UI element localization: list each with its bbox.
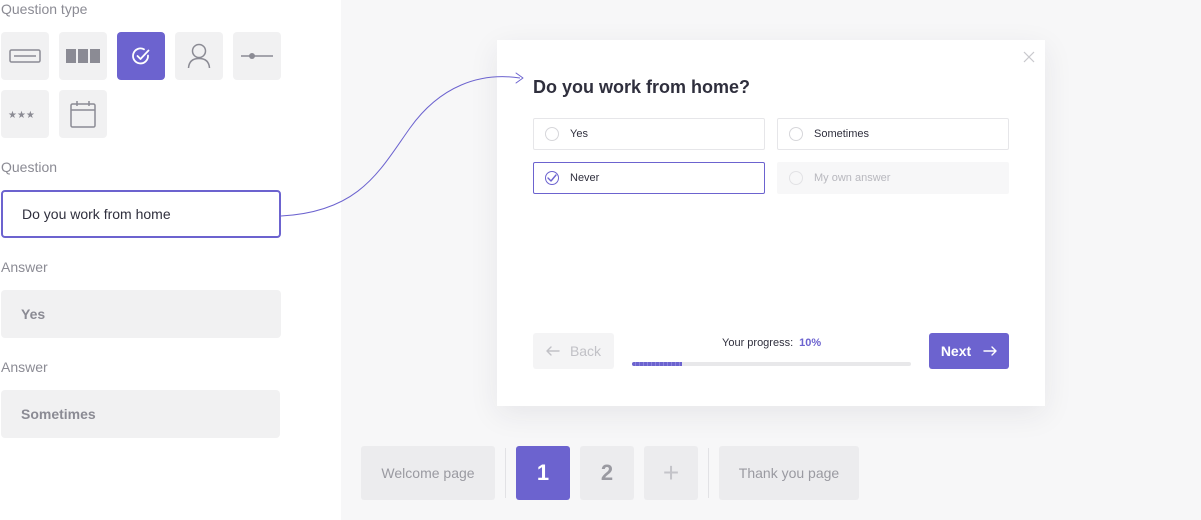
close-icon[interactable]: [1023, 51, 1035, 63]
welcome-page-button[interactable]: Welcome page: [361, 446, 495, 500]
answer-2-input[interactable]: Sometimes: [1, 390, 280, 438]
option-label: Sometimes: [814, 128, 870, 140]
page-divider: [708, 448, 709, 498]
add-page-button[interactable]: +: [644, 446, 698, 500]
checkmark-icon: [132, 47, 150, 65]
question-type-short-text-button[interactable]: [1, 32, 49, 80]
answer-option-never[interactable]: Never: [533, 162, 765, 194]
question-editor-panel: Question type ★★★ Question Do you work f…: [0, 0, 341, 520]
next-label: Next: [940, 343, 972, 359]
question-type-calendar-button[interactable]: [59, 90, 107, 138]
question-type-label: Question type: [1, 1, 88, 17]
user-icon: [187, 43, 211, 69]
back-button[interactable]: Back: [533, 333, 614, 369]
option-label: Never: [570, 172, 600, 184]
next-button[interactable]: Next: [929, 333, 1009, 369]
radio-icon: [789, 171, 803, 185]
checked-radio-icon: [545, 171, 559, 185]
question-type-multi-column-button[interactable]: [59, 32, 107, 80]
survey-question-card: Do you work from home? Yes Sometimes Nev…: [497, 40, 1045, 406]
arrow-left-icon: [546, 346, 560, 356]
question-type-checkmark-button[interactable]: [117, 32, 165, 80]
progress-percent: 10%: [799, 337, 822, 349]
question-title: Do you work from home?: [533, 77, 751, 97]
back-label: Back: [569, 343, 602, 359]
option-label: My own answer: [814, 172, 891, 184]
answer-2-label: Answer: [1, 359, 48, 375]
question-input[interactable]: Do you work from home: [1, 190, 281, 238]
option-label: Yes: [570, 128, 588, 140]
question-type-user-button[interactable]: [175, 32, 223, 80]
multi-column-icon: [66, 49, 100, 63]
radio-icon: [789, 127, 803, 141]
radio-icon: [545, 127, 559, 141]
arrow-right-icon: [983, 346, 997, 356]
question-type-rating-button[interactable]: ★★★: [1, 90, 49, 138]
page-divider: [505, 448, 506, 498]
question-label: Question: [1, 159, 58, 175]
answer-1-input[interactable]: Yes: [1, 290, 281, 338]
progress-bar: [632, 362, 911, 366]
progress-fill: [632, 362, 683, 366]
page-2-button[interactable]: 2: [580, 446, 634, 500]
page-1-button[interactable]: 1: [516, 446, 570, 500]
answer-option-yes[interactable]: Yes: [533, 118, 765, 150]
answer-1-label: Answer: [1, 259, 48, 275]
calendar-icon: [70, 101, 96, 128]
progress-caption: Your progress:: [722, 337, 794, 349]
rating-stars-icon: ★★★: [8, 110, 35, 119]
thank-you-page-button[interactable]: Thank you page: [719, 446, 859, 500]
slider-icon: [241, 53, 273, 59]
short-text-icon: [9, 49, 41, 63]
answer-option-own-answer[interactable]: My own answer: [777, 162, 1009, 194]
svg-text:★★★: ★★★: [8, 110, 35, 119]
progress-label: Your progress: 10%: [722, 337, 821, 349]
question-type-slider-button[interactable]: [233, 32, 281, 80]
answer-option-sometimes[interactable]: Sometimes: [777, 118, 1009, 150]
